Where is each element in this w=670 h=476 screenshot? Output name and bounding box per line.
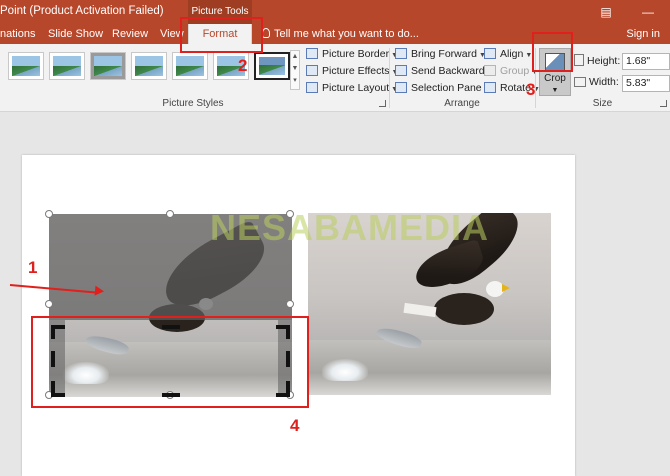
picture-layout-label: Picture Layout [322, 82, 390, 94]
arrange-group-label: Arrange [444, 98, 480, 109]
picture-styles-group-label: Picture Styles [162, 98, 224, 109]
tab-slide-show[interactable]: Slide Show [48, 24, 103, 44]
minimize-icon[interactable]: — [636, 2, 660, 22]
dialog-launcher-icon[interactable] [379, 100, 386, 107]
picture-effects-label: Picture Effects [322, 65, 390, 77]
picture-effects-icon [306, 65, 318, 76]
highlight-format-tab [180, 17, 263, 53]
picture-effects-button[interactable]: Picture Effects▼ [306, 63, 398, 79]
callout-2: 2 [238, 56, 248, 75]
group-icon [484, 65, 496, 76]
width-input[interactable]: 5.83" [622, 75, 670, 92]
selection-pane-button[interactable]: Selection Pane [395, 80, 482, 96]
send-backward-icon [395, 65, 407, 76]
align-icon [484, 48, 496, 59]
callout-4: 4 [290, 416, 300, 435]
arrow-head-icon [94, 285, 105, 297]
picture-style-thumb-selected[interactable] [254, 52, 290, 80]
group-button[interactable]: Group▼ [484, 63, 538, 79]
selection-pane-label: Selection Pane [411, 82, 482, 94]
highlight-crop-button [532, 32, 573, 72]
height-icon [574, 54, 584, 66]
window-title: Point (Product Activation Failed) [0, 5, 164, 17]
picture-style-thumb[interactable] [172, 52, 208, 80]
picture-border-icon [306, 48, 318, 59]
resize-handle[interactable] [286, 300, 294, 308]
title-bar: Point (Product Activation Failed) Pictur… [0, 0, 670, 24]
highlight-crop-region [31, 316, 309, 408]
height-label: Height: [587, 55, 621, 67]
tab-animations[interactable]: nations [0, 24, 35, 44]
align-label: Align [500, 48, 524, 60]
gallery-more-button[interactable]: ▲ ▼ ▾ [290, 50, 300, 90]
resize-handle[interactable] [45, 210, 53, 218]
sign-in-link[interactable]: Sign in [626, 24, 660, 44]
height-field: Height: 1.68" ▲▼ [574, 53, 670, 72]
tell-me-text: Tell me what you want to do... [274, 28, 419, 40]
picture-border-button[interactable]: Picture Border▼ [306, 46, 398, 62]
align-button[interactable]: Align ▼ [484, 46, 532, 62]
picture-style-thumb[interactable] [90, 52, 126, 80]
picture-style-thumb[interactable] [8, 52, 44, 80]
resize-handle[interactable] [166, 210, 174, 218]
send-backward-label: Send Backward [411, 65, 485, 77]
width-field: Width: 5.83" ▲▼ [574, 75, 670, 94]
size-group-label: Size [592, 98, 613, 109]
picture-layout-icon [306, 82, 318, 93]
bring-forward-button[interactable]: Bring Forward ▼ [395, 46, 486, 62]
resize-handle[interactable] [286, 210, 294, 218]
rotate-icon [484, 82, 496, 93]
ribbon-display-icon[interactable]: ▤ [594, 2, 618, 22]
group-label: Group [500, 65, 530, 77]
width-icon [574, 77, 586, 87]
chevron-down-icon: ▼ [551, 87, 559, 94]
callout-1: 1 [28, 258, 38, 277]
picture-layout-button[interactable]: Picture Layout▼ [306, 80, 398, 96]
width-label: Width: [589, 76, 619, 88]
eagle-body [434, 293, 494, 325]
tab-review[interactable]: Review [112, 24, 148, 44]
send-backward-button[interactable]: Send Backward▼ [395, 63, 493, 79]
callout-3: 3 [526, 80, 536, 99]
crop-label: Crop [544, 73, 566, 84]
picture-style-thumb[interactable] [131, 52, 167, 80]
eagle-beak [502, 284, 510, 292]
bring-forward-label: Bring Forward [411, 48, 477, 60]
selection-pane-icon [395, 82, 407, 93]
watermark-text: NESABAMEDIA [210, 207, 490, 248]
tell-me-box[interactable]: Tell me what you want to do... [262, 24, 419, 44]
height-input[interactable]: 1.68" [622, 53, 670, 70]
bring-forward-icon [395, 48, 407, 59]
dialog-launcher-icon[interactable] [660, 100, 667, 107]
lightbulb-icon [262, 28, 270, 38]
resize-handle[interactable] [45, 300, 53, 308]
picture-style-thumb[interactable] [49, 52, 85, 80]
picture-border-label: Picture Border [322, 48, 390, 60]
